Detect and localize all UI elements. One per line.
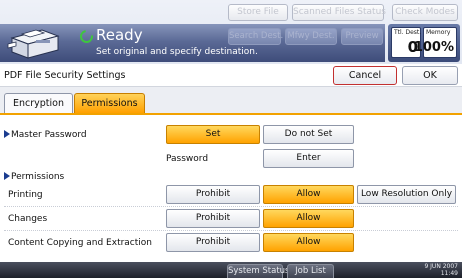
- date-time: 9 JUN 2007 11:49: [424, 263, 458, 277]
- row-divider: [4, 230, 458, 231]
- total-destinations-label: Ttl. Dest.: [394, 29, 422, 36]
- memory-value: 100%: [413, 40, 454, 55]
- master-password-set-button[interactable]: Set: [166, 125, 260, 144]
- system-status-button[interactable]: System Status: [227, 264, 289, 278]
- ready-status-icon: [77, 27, 96, 46]
- printing-allow-button[interactable]: Allow: [263, 185, 354, 204]
- row-divider: [4, 206, 458, 207]
- changes-allow-button[interactable]: Allow: [263, 209, 354, 228]
- memory-label: Memory: [426, 29, 451, 36]
- printing-low-resolution-button[interactable]: Low Resolution Only: [357, 185, 456, 204]
- page-title: PDF File Security Settings: [4, 70, 126, 81]
- content-copying-label: Content Copying and Extraction: [8, 238, 152, 248]
- changes-label: Changes: [8, 214, 48, 224]
- master-password-heading: Master Password: [4, 129, 87, 141]
- mfwy-dest-button[interactable]: Mfwy Dest.: [285, 28, 337, 45]
- scanned-files-status-button[interactable]: Scanned Files Status: [292, 4, 386, 21]
- copier-machine-icon: [7, 29, 60, 59]
- printing-label: Printing: [8, 190, 43, 200]
- triangle-right-icon: [4, 172, 10, 180]
- title-bar: PDF File Security Settings Cancel OK: [0, 64, 462, 87]
- job-list-button[interactable]: Job List: [287, 264, 334, 278]
- memory-box: Memory 100%: [414, 27, 457, 58]
- password-label: Password: [166, 154, 209, 164]
- ok-button[interactable]: OK: [402, 66, 458, 85]
- preview-button[interactable]: Preview: [341, 28, 383, 45]
- content-copying-allow-button[interactable]: Allow: [263, 233, 354, 252]
- cancel-button[interactable]: Cancel: [333, 66, 397, 85]
- triangle-right-icon: [4, 130, 10, 138]
- master-password-do-not-set-button[interactable]: Do not Set: [263, 125, 354, 144]
- bottom-bar: System Status Job List 9 JUN 2007 11:49: [0, 262, 462, 278]
- check-modes-button[interactable]: Check Modes: [392, 4, 458, 21]
- changes-prohibit-button[interactable]: Prohibit: [166, 209, 260, 228]
- tab-encryption[interactable]: Encryption: [4, 93, 73, 113]
- header: Store File Scanned Files Status Check Mo…: [0, 0, 462, 64]
- content-copying-prohibit-button[interactable]: Prohibit: [166, 233, 260, 252]
- instruction-text: Set original and specify destination.: [96, 47, 258, 57]
- tab-bar: Encryption Permissions: [0, 87, 462, 115]
- tab-permissions[interactable]: Permissions: [74, 93, 145, 113]
- time-text: 11:49: [440, 270, 458, 277]
- date-text: 9 JUN 2007: [424, 263, 458, 270]
- store-file-button[interactable]: Store File: [228, 4, 288, 21]
- printing-prohibit-button[interactable]: Prohibit: [166, 185, 260, 204]
- search-dest-button[interactable]: Search Dest.: [228, 28, 283, 45]
- permissions-heading: Permissions: [4, 171, 64, 183]
- password-enter-button[interactable]: Enter: [263, 149, 354, 168]
- ready-status-text: Ready: [96, 26, 143, 44]
- destination-memory-counter: Ttl. Dest. 0 Memory 100%: [388, 24, 460, 62]
